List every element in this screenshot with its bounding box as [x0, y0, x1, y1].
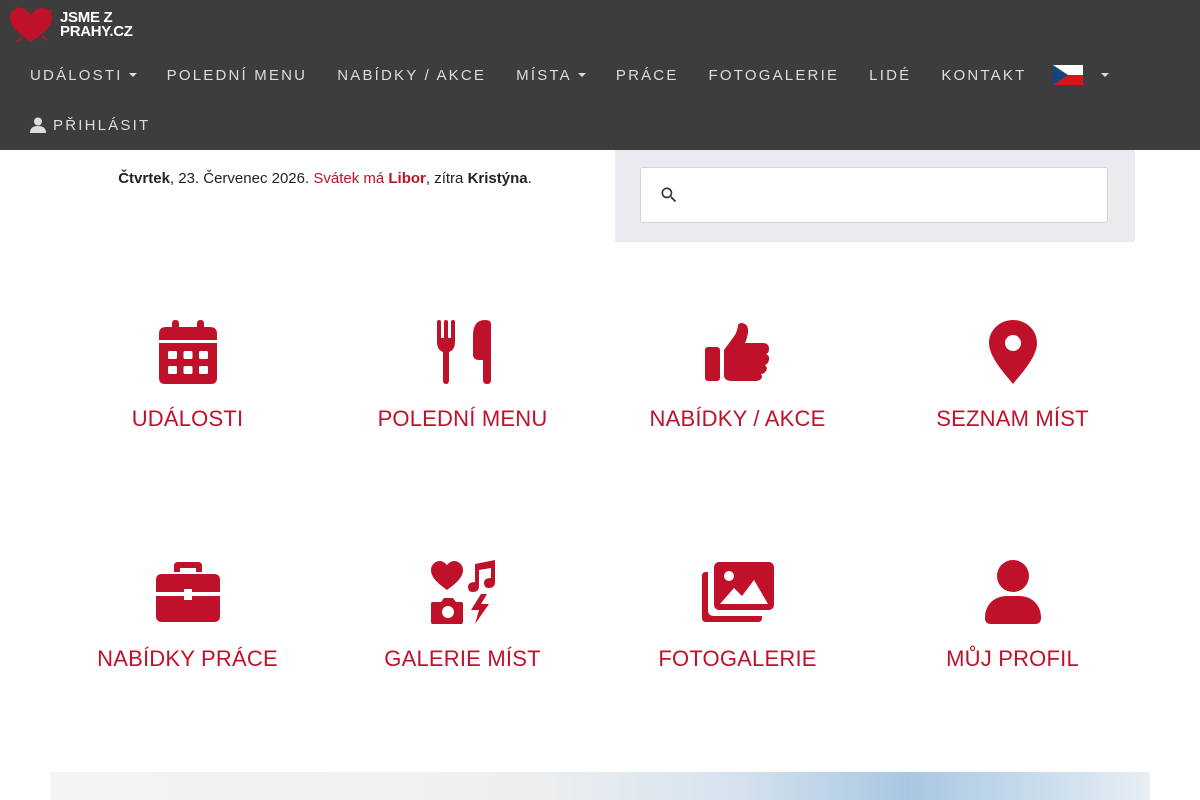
caret-down-icon: [577, 73, 586, 77]
search-input[interactable]: [693, 178, 1097, 214]
date-line-end: .: [527, 170, 532, 187]
search-icon[interactable]: [659, 185, 679, 205]
weekday: Čtvrtek: [118, 170, 170, 187]
calendar-icon: [158, 320, 217, 384]
site-logo[interactable]: JSME Z PRAHY.CZ: [8, 6, 133, 44]
date-text: , 23. Červenec 2026.: [169, 170, 314, 187]
logo-heart-icon: [10, 6, 53, 42]
nav-label: UDÁLOSTI: [30, 66, 123, 84]
briefcase-icon: [155, 562, 220, 622]
czech-flag-icon: [1053, 65, 1084, 85]
nav-item-prace[interactable]: PRÁCE: [601, 50, 694, 100]
date-nameday-line: Čtvrtek, 23. Červenec 2026. Svátek má Li…: [0, 170, 650, 187]
user-icon: [30, 117, 46, 133]
nav-item-nabidky-akce[interactable]: NABÍDKY / AKCE: [322, 50, 501, 100]
tile-seznam-mist[interactable]: SEZNAM MÍST: [875, 320, 1150, 432]
search-panel: [615, 150, 1135, 242]
nav-item-udalosti[interactable]: UDÁLOSTI: [15, 50, 152, 100]
tile-fotogalerie[interactable]: FOTOGALERIE: [600, 560, 875, 672]
tile-label: UDÁLOSTI: [131, 406, 244, 431]
nameday-tomorrow: Kristýna: [467, 170, 528, 187]
tile-galerie-mist[interactable]: GALERIE MÍST: [325, 560, 600, 672]
nav-item-poledni-menu[interactable]: POLEDNÍ MENU: [152, 50, 323, 100]
caret-down-icon: [1101, 73, 1110, 77]
nav-item-lide[interactable]: LIDÉ: [854, 50, 926, 100]
map-pin-icon: [988, 320, 1037, 384]
tomorrow-prefix: , zítra: [425, 170, 468, 187]
nav-label: NABÍDKY / AKCE: [337, 66, 487, 84]
search-box[interactable]: [640, 167, 1108, 223]
top-navbar: JSME Z PRAHY.CZ UDÁLOSTI POLEDNÍ MENU NA…: [0, 0, 1200, 150]
tile-label: GALERIE MÍST: [384, 646, 541, 671]
fork-knife-icon: [436, 320, 491, 384]
icons-collage-icon: [430, 560, 495, 624]
logo-text: JSME Z PRAHY.CZ: [60, 10, 133, 40]
nameday-today: Libor: [388, 170, 426, 187]
tile-label: NABÍDKY PRÁCE: [97, 646, 278, 671]
user-icon: [984, 560, 1041, 624]
login-button[interactable]: PŘIHLÁSIT: [15, 100, 165, 150]
tile-label: MŮJ PROFIL: [946, 646, 1079, 671]
nav-label: MÍSTA: [516, 66, 572, 84]
nav-label: POLEDNÍ MENU: [166, 66, 308, 84]
language-switcher[interactable]: [1041, 50, 1121, 100]
nav-label: FOTOGALERIE: [708, 66, 840, 84]
tile-label: SEZNAM MÍST: [936, 406, 1089, 431]
nav-label: KONTAKT: [941, 66, 1027, 84]
thumbs-up-icon: [704, 323, 769, 381]
main-menu: UDÁLOSTI POLEDNÍ MENU NABÍDKY / AKCE MÍS…: [15, 50, 1121, 100]
nav-item-kontakt[interactable]: KONTAKT: [926, 50, 1041, 100]
logo-line-2: PRAHY.CZ: [60, 23, 133, 40]
tile-label: POLEDNÍ MENU: [377, 406, 548, 431]
hero-banner-image: [50, 772, 1150, 800]
login-label: PŘIHLÁSIT: [53, 116, 151, 134]
tile-label: NABÍDKY / AKCE: [649, 406, 826, 431]
login-row: PŘIHLÁSIT: [15, 100, 165, 150]
tile-udalosti[interactable]: UDÁLOSTI: [50, 320, 325, 432]
nav-label: PRÁCE: [615, 66, 679, 84]
tile-nabidky-akce[interactable]: NABÍDKY / AKCE: [600, 320, 875, 432]
nav-label: LIDÉ: [869, 66, 912, 84]
photos-icon: [701, 562, 774, 622]
nav-item-mista[interactable]: MÍSTA: [501, 50, 601, 100]
caret-down-icon: [128, 73, 137, 77]
tile-nabidky-prace[interactable]: NABÍDKY PRÁCE: [50, 560, 325, 672]
tile-poledni-menu[interactable]: POLEDNÍ MENU: [325, 320, 600, 432]
tile-muj-profil[interactable]: MŮJ PROFIL: [875, 560, 1150, 672]
nav-item-fotogalerie[interactable]: FOTOGALERIE: [694, 50, 855, 100]
nameday-prefix: Svátek má: [313, 170, 389, 187]
tile-label: FOTOGALERIE: [658, 646, 817, 671]
